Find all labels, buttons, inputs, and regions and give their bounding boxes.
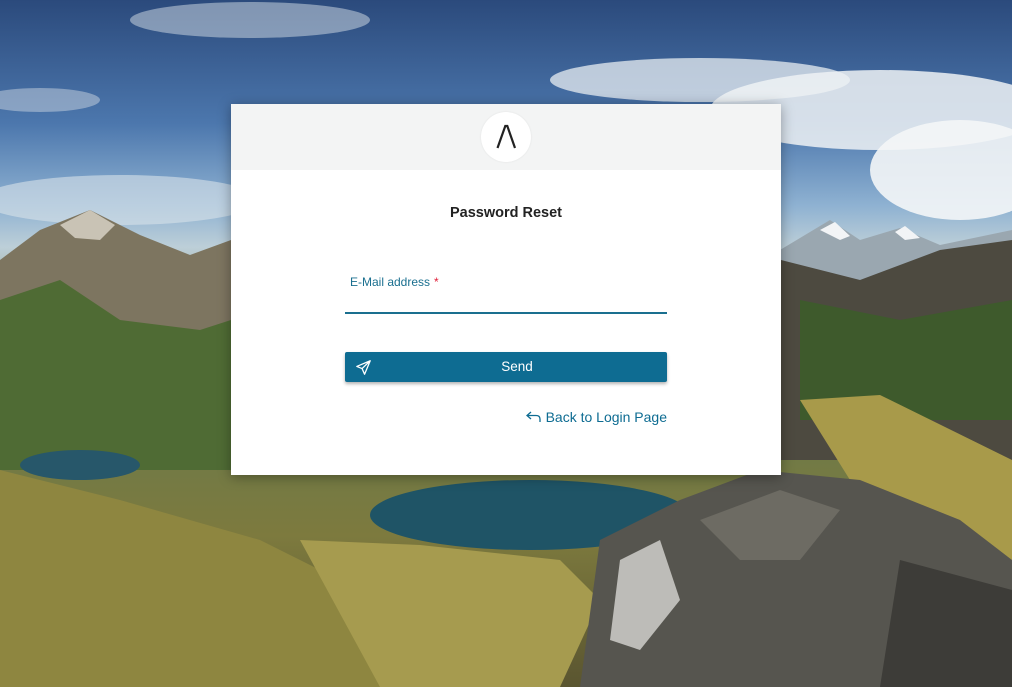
email-field: E-Mail address * bbox=[345, 274, 667, 316]
lambda-logo-icon bbox=[496, 124, 517, 149]
required-mark: * bbox=[434, 275, 439, 289]
email-input[interactable] bbox=[345, 292, 667, 314]
brand-logo bbox=[481, 112, 531, 162]
page-title: Password Reset bbox=[449, 205, 563, 221]
send-button[interactable]: Send bbox=[345, 352, 667, 382]
email-label-text: E-Mail address bbox=[350, 275, 431, 289]
send-button-label: Send bbox=[501, 359, 533, 374]
email-label: E-Mail address * bbox=[350, 275, 439, 289]
back-to-login-link[interactable]: Back to Login Page bbox=[525, 409, 667, 425]
password-reset-card: Password Reset E-Mail address * Send Back… bbox=[231, 104, 781, 475]
return-arrow-icon bbox=[525, 411, 541, 422]
card-header bbox=[231, 104, 781, 170]
back-link-label: Back to Login Page bbox=[545, 409, 667, 425]
